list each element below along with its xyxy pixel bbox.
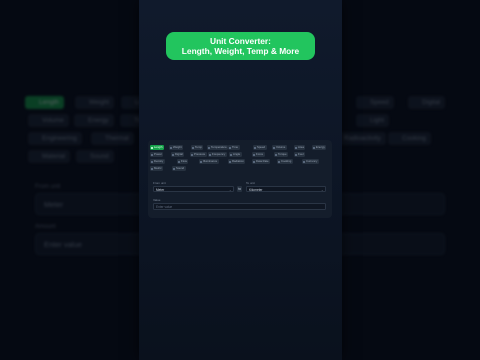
to-unit-value: Kilometer [249,188,263,192]
value-input[interactable]: Enter value [153,203,326,210]
category-chip-temperature[interactable]: Temperature [207,145,229,150]
title-line-1: Unit Converter: [210,36,271,46]
category-chip-radiation[interactable]: Radiation [228,159,246,164]
category-chip-torque[interactable]: Torque [274,152,289,157]
category-chip-density[interactable]: Density [150,159,165,164]
from-unit-label: From unit [153,181,166,185]
category-chip-weight[interactable]: Weight [169,145,184,150]
from-unit-select[interactable]: Meter ⌄ [153,186,234,192]
category-chip-energy[interactable]: Energy [312,145,327,150]
category-chip-length[interactable]: Length [150,145,165,150]
background-shade-left [0,0,139,360]
category-chip-angle[interactable]: Angle [229,152,242,157]
category-chip-metric[interactable]: Metric [150,166,164,171]
value-label: Value [153,198,161,202]
category-chip-fuel[interactable]: Fuel [294,152,305,157]
category-chip-illuminance[interactable]: Illuminance [199,159,219,164]
category-chip-time[interactable]: Time [228,145,240,150]
category-chip-currency[interactable]: Currency [302,159,319,164]
category-chip-frequency[interactable]: Frequency [208,152,227,157]
swap-button[interactable]: ⇆ [237,186,242,192]
category-chip-temp[interactable]: Temp [191,145,204,150]
category-chip-power[interactable]: Power [150,152,164,157]
from-unit-value: Meter [156,188,165,192]
category-chip-volume[interactable]: Volume [272,145,287,150]
title-line-2: Length, Weight, Temp & More [181,46,300,56]
background-shade-right [342,0,480,360]
category-chip-sound[interactable]: Sound [172,166,186,171]
category-chip-digital[interactable]: Digital [171,152,185,157]
chevron-down-icon: ⌄ [320,188,324,192]
category-chip-area[interactable]: Area [294,145,306,150]
category-chip-force[interactable]: Force [252,152,265,157]
category-chip-speed[interactable]: Speed [253,145,267,150]
category-chip-cooking[interactable]: Cooking [277,159,293,164]
category-chip-flow[interactable]: Flow [177,159,189,164]
to-unit-select[interactable]: Kilometer ⌄ [246,186,326,192]
title-banner: Unit Converter: Length, Weight, Temp & M… [166,32,315,60]
chevron-down-icon: ⌄ [228,188,232,192]
to-unit-label: To unit [246,181,255,185]
category-chip-pressure[interactable]: Pressure [190,152,207,157]
category-chip-data-rate[interactable]: Data Rate [252,159,271,164]
